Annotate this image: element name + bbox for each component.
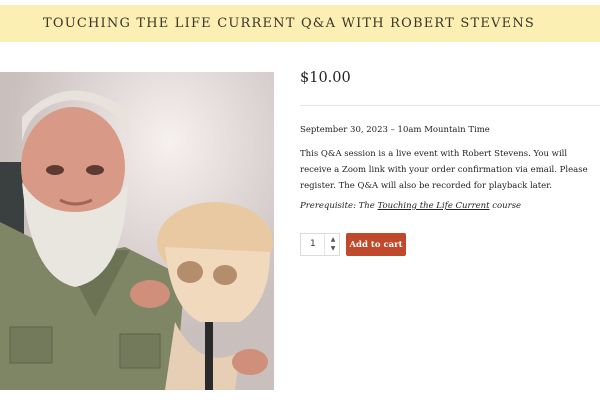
quantity-input[interactable]: 1 ▲ ▼ <box>300 233 340 256</box>
prerequisite-course-link[interactable]: Touching the Life Current <box>378 201 490 211</box>
add-to-cart-button[interactable]: Add to cart <box>346 233 406 256</box>
prerequisite-suffix: course <box>489 201 522 211</box>
title-banner: TOUCHING THE LIFE CURRENT Q&A WITH ROBER… <box>0 5 600 42</box>
product-description: This Q&A session is a live event with Ro… <box>300 149 588 191</box>
quantity-stepper[interactable]: ▲ ▼ <box>324 234 341 255</box>
prerequisite-note: Prerequisite: The Touching the Life Curr… <box>300 201 600 211</box>
product-image <box>0 72 274 390</box>
prerequisite-label: Prerequisite: The <box>300 201 378 211</box>
price-divider <box>300 105 600 106</box>
product-photo-illustration <box>0 72 274 390</box>
page-title: TOUCHING THE LIFE CURRENT Q&A WITH ROBER… <box>42 16 536 31</box>
chevron-down-icon[interactable]: ▼ <box>325 244 341 254</box>
quantity-value[interactable]: 1 <box>310 239 316 249</box>
event-date: September 30, 2023 – 10am Mountain Time <box>300 125 490 135</box>
product-price: $10.00 <box>300 70 351 86</box>
